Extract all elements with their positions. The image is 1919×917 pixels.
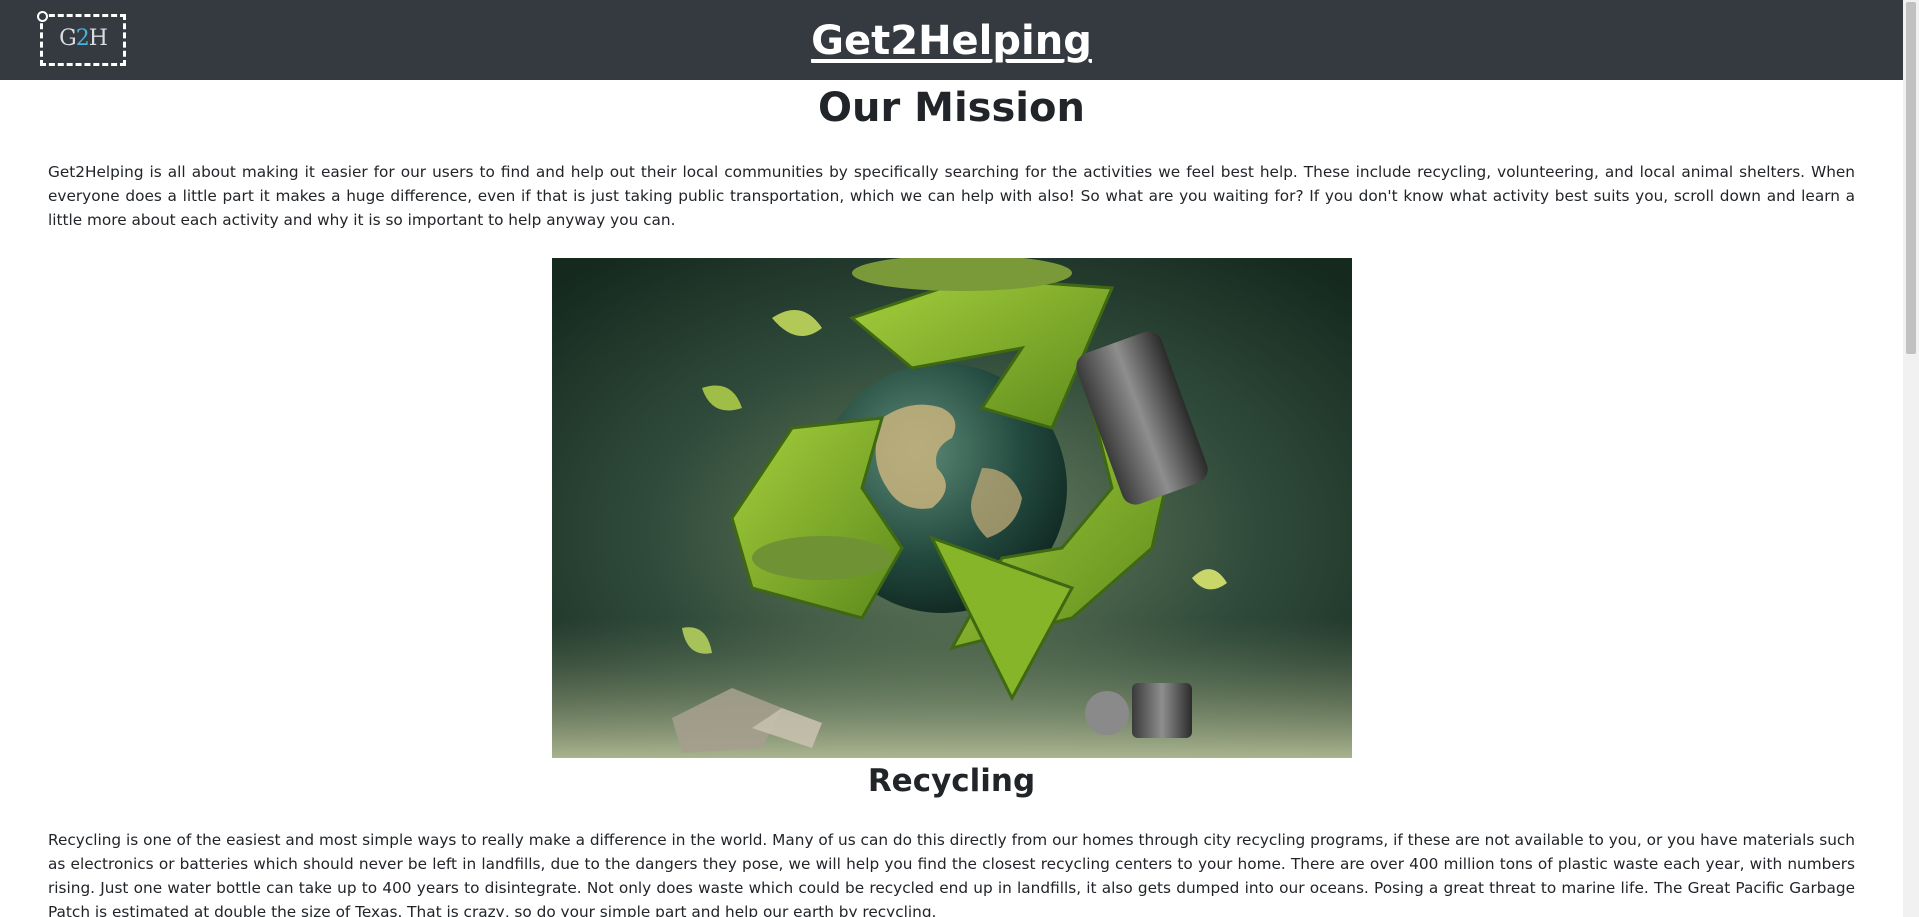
- recycling-paragraph: Recycling is one of the easiest and most…: [48, 831, 1855, 917]
- vertical-scrollbar[interactable]: [1903, 0, 1919, 917]
- site-title: Get2Helping: [0, 16, 1903, 66]
- page: G2H Get2Helping Our Mission Get2Helping …: [0, 0, 1919, 917]
- navbar: G2H Get2Helping: [0, 0, 1903, 80]
- mission-heading: Our Mission: [818, 85, 1085, 131]
- recycling-earth-image: [551, 258, 1352, 758]
- recycling-earth-illustration: [551, 258, 1352, 758]
- scrollbar-thumb[interactable]: [1906, 2, 1916, 354]
- site-title-link[interactable]: Get2Helping: [811, 18, 1092, 64]
- mission-paragraph: Get2Helping is all about making it easie…: [48, 163, 1855, 229]
- recycling-heading: Recycling: [867, 763, 1036, 799]
- main-content: Our Mission Get2Helping is all about mak…: [0, 80, 1903, 917]
